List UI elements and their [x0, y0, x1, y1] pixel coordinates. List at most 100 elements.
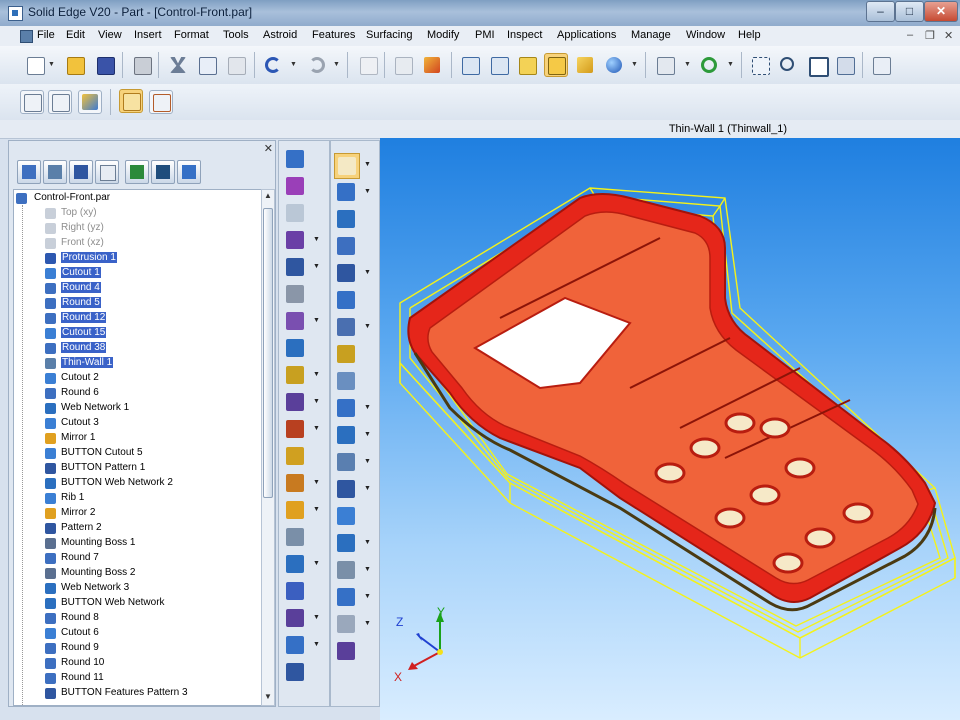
command-dropdown-arrow[interactable]: ▼ — [364, 188, 371, 195]
view-front-button[interactable] — [459, 54, 481, 76]
command-dropdown-arrow[interactable]: ▼ — [313, 641, 320, 648]
zoom-area-button[interactable] — [749, 54, 771, 76]
scroll-thumb[interactable] — [263, 208, 273, 498]
sketch-relate-button[interactable] — [78, 90, 102, 114]
command-dropdown-arrow[interactable]: ▼ — [364, 593, 371, 600]
graphics-window[interactable]: Y Z X — [380, 138, 960, 720]
sketch-text-button[interactable] — [20, 90, 44, 114]
command-dropdown-arrow[interactable]: ▼ — [313, 425, 320, 432]
menu-applications[interactable]: Applications — [557, 29, 616, 41]
offset-surface-button[interactable] — [334, 450, 358, 474]
bounded-surface-button[interactable] — [334, 423, 358, 447]
tree-item[interactable]: Cutout 2 — [14, 371, 254, 386]
curve-button[interactable] — [334, 612, 358, 636]
protrusion-button[interactable] — [283, 147, 307, 171]
split-button[interactable] — [334, 639, 358, 663]
tree-item[interactable]: Right (yz) — [14, 221, 254, 236]
document-icon[interactable] — [20, 30, 33, 43]
tree-item[interactable]: BUTTON Web Network — [14, 596, 254, 611]
tree-item[interactable]: BUTTON Web Network 2 — [14, 476, 254, 491]
thread-button[interactable] — [283, 525, 307, 549]
menu-features[interactable]: Features — [312, 29, 355, 41]
coordinate-system-button[interactable] — [334, 207, 358, 231]
fit-button[interactable] — [806, 54, 829, 77]
tab-features[interactable] — [177, 160, 201, 184]
print-button[interactable] — [131, 54, 153, 76]
command-dropdown-arrow[interactable]: ▼ — [313, 506, 320, 513]
chamfer-button[interactable] — [283, 309, 307, 333]
menu-insert[interactable]: Insert — [134, 29, 162, 41]
command-dropdown-arrow[interactable]: ▼ — [364, 161, 371, 168]
tree-item[interactable]: Round 38 — [14, 341, 254, 356]
part-copy-button[interactable] — [283, 660, 307, 684]
pattern-button[interactable] — [283, 552, 307, 576]
tree-item[interactable]: Round 11 — [14, 671, 254, 686]
swept-surface-button[interactable] — [334, 396, 358, 420]
command-dropdown-arrow[interactable]: ▼ — [313, 614, 320, 621]
mdi-restore-button[interactable]: ❐ — [925, 29, 935, 42]
new-button[interactable] — [24, 54, 46, 76]
shaded-button[interactable] — [516, 54, 538, 76]
view-orient-button[interactable] — [603, 54, 625, 76]
menu-modify[interactable]: Modify — [427, 29, 459, 41]
rotate-dropdown[interactable]: ▼ — [727, 54, 734, 76]
command-dropdown-arrow[interactable]: ▼ — [313, 317, 320, 324]
vent-button[interactable] — [283, 471, 307, 495]
tree-item[interactable]: Mirror 1 — [14, 431, 254, 446]
tree-item[interactable]: Mirror 2 — [14, 506, 254, 521]
feature-tree[interactable]: Control-Front.par Top (xy) Right (yz) Front… — [13, 189, 263, 706]
add-body-button[interactable] — [283, 606, 307, 630]
command-dropdown-arrow[interactable]: ▼ — [313, 371, 320, 378]
open-button[interactable] — [64, 54, 86, 76]
tree-item[interactable]: Cutout 1 — [14, 266, 254, 281]
maximize-button[interactable]: □ — [895, 1, 924, 22]
web-network-button[interactable] — [283, 417, 307, 441]
redo-button[interactable] — [306, 54, 328, 76]
command-dropdown-arrow[interactable]: ▼ — [313, 560, 320, 567]
parallel-plane-button[interactable] — [334, 261, 358, 285]
thin-wall-button[interactable] — [283, 363, 307, 387]
tree-item[interactable]: Rib 1 — [14, 491, 254, 506]
rib-button[interactable] — [283, 390, 307, 414]
command-dropdown-arrow[interactable]: ▼ — [364, 485, 371, 492]
cutout-button[interactable] — [283, 228, 307, 252]
mounting-boss-button[interactable] — [283, 498, 307, 522]
redo-dropdown[interactable]: ▼ — [333, 54, 340, 76]
menu-help[interactable]: Help — [738, 29, 761, 41]
feature-button[interactable] — [421, 54, 443, 76]
tree-item[interactable]: Round 7 — [14, 551, 254, 566]
menu-pmi[interactable]: PMI — [475, 29, 495, 41]
copy-surface-button[interactable] — [334, 477, 358, 501]
menu-astroid[interactable]: Astroid — [263, 29, 297, 41]
select-button[interactable] — [357, 54, 379, 76]
tree-item[interactable]: Round 10 — [14, 656, 254, 671]
tree-item[interactable]: Cutout 15 — [14, 326, 254, 341]
command-dropdown-arrow[interactable]: ▼ — [364, 539, 371, 546]
tree-item[interactable]: Web Network 1 — [14, 401, 254, 416]
named-views-button[interactable] — [654, 54, 676, 76]
menu-surfacing[interactable]: Surfacing — [366, 29, 412, 41]
mdi-close-button[interactable]: ✕ — [944, 29, 953, 42]
command-dropdown-arrow[interactable]: ▼ — [364, 566, 371, 573]
tree-item[interactable]: Round 8 — [14, 611, 254, 626]
tree-item[interactable]: Round 4 — [14, 281, 254, 296]
family-members-button[interactable] — [149, 90, 173, 114]
command-dropdown-arrow[interactable]: ▼ — [313, 479, 320, 486]
command-dropdown-arrow[interactable]: ▼ — [364, 323, 371, 330]
menu-tools[interactable]: Tools — [223, 29, 249, 41]
tree-item[interactable]: Mounting Boss 2 — [14, 566, 254, 581]
part-model[interactable] — [380, 138, 960, 720]
command-dropdown-arrow[interactable]: ▼ — [313, 263, 320, 270]
save-button[interactable] — [94, 54, 116, 76]
tree-item[interactable]: Thin-Wall 1 — [14, 356, 254, 371]
undo-button[interactable] — [262, 54, 284, 76]
cut-button[interactable] — [167, 54, 189, 76]
tree-item[interactable]: Pattern 2 — [14, 521, 254, 536]
tab-family[interactable] — [125, 160, 149, 184]
command-dropdown-arrow[interactable]: ▼ — [313, 236, 320, 243]
menu-view[interactable]: View — [98, 29, 122, 41]
revolved-cutout-button[interactable] — [283, 255, 307, 279]
tree-item[interactable]: Web Network 3 — [14, 581, 254, 596]
revolved-surface-button[interactable] — [334, 369, 358, 393]
command-dropdown-arrow[interactable]: ▼ — [364, 620, 371, 627]
